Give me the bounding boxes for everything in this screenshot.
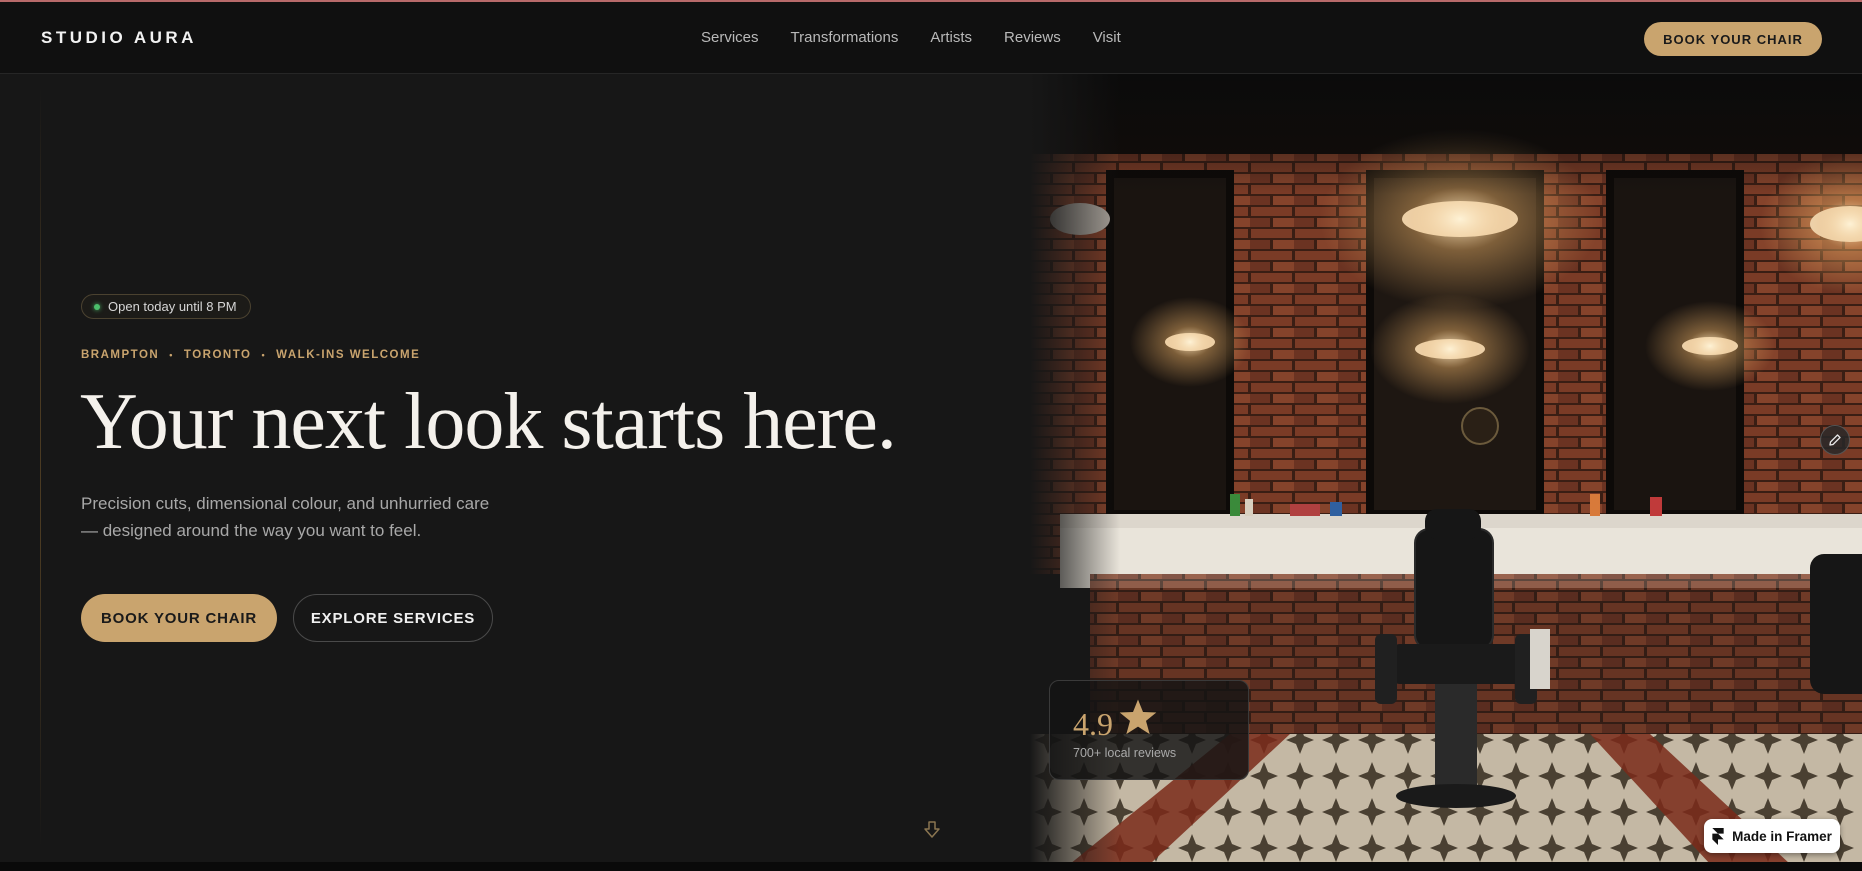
status-text: Open today until 8 PM — [108, 299, 237, 314]
rating-value: 4.9 — [1073, 706, 1113, 742]
arrow-down-icon[interactable] — [923, 820, 941, 840]
nav-link-visit[interactable]: Visit — [1093, 29, 1121, 46]
bottom-edge — [0, 862, 1862, 871]
location-tags: BRAMPTON • TORONTO • WALK-INS WELCOME — [81, 349, 420, 361]
nav-link-services[interactable]: Services — [701, 29, 759, 46]
edit-button[interactable] — [1820, 425, 1850, 455]
top-nav: STUDIO AURA Services Transformations Art… — [0, 2, 1862, 74]
rating-label: 700+ local reviews — [1073, 746, 1177, 760]
hero-subtext: Precision cuts, dimensional colour, and … — [81, 494, 490, 540]
framer-logo-icon — [1712, 827, 1724, 845]
brand-logo[interactable]: STUDIO AURA — [41, 28, 197, 48]
nav-links: Services Transformations Artists Reviews… — [701, 29, 1121, 46]
nav-link-transformations[interactable]: Transformations — [791, 29, 899, 46]
location-tag: BRAMPTON — [81, 349, 160, 361]
star-icon — [1119, 699, 1157, 735]
pencil-icon — [1829, 434, 1841, 446]
location-tag: TORONTO — [183, 349, 252, 361]
explore-services-button[interactable]: EXPLORE SERVICES — [293, 594, 493, 642]
status-badge: Open today until 8 PM — [81, 294, 251, 319]
nav-book-button[interactable]: BOOK YOUR CHAIR — [1644, 22, 1822, 56]
accent-divider — [40, 87, 41, 847]
page: STUDIO AURA Services Transformations Art… — [0, 0, 1862, 871]
separator: • — [261, 350, 267, 360]
made-in-framer-badge[interactable]: Made in Framer — [1704, 819, 1840, 853]
book-chair-button[interactable]: BOOK YOUR CHAIR — [81, 594, 277, 642]
hero-headline: Your next look starts here. — [80, 378, 897, 466]
location-tag: WALK-INS WELCOME — [276, 349, 421, 361]
nav-link-artists[interactable]: Artists — [930, 29, 972, 46]
nav-link-reviews[interactable]: Reviews — [1004, 29, 1061, 46]
badge-label: Made in Framer — [1732, 828, 1832, 844]
status-dot-icon — [94, 304, 100, 310]
rating-card: 4.9 700+ local reviews — [1049, 680, 1249, 780]
separator: • — [169, 350, 174, 360]
